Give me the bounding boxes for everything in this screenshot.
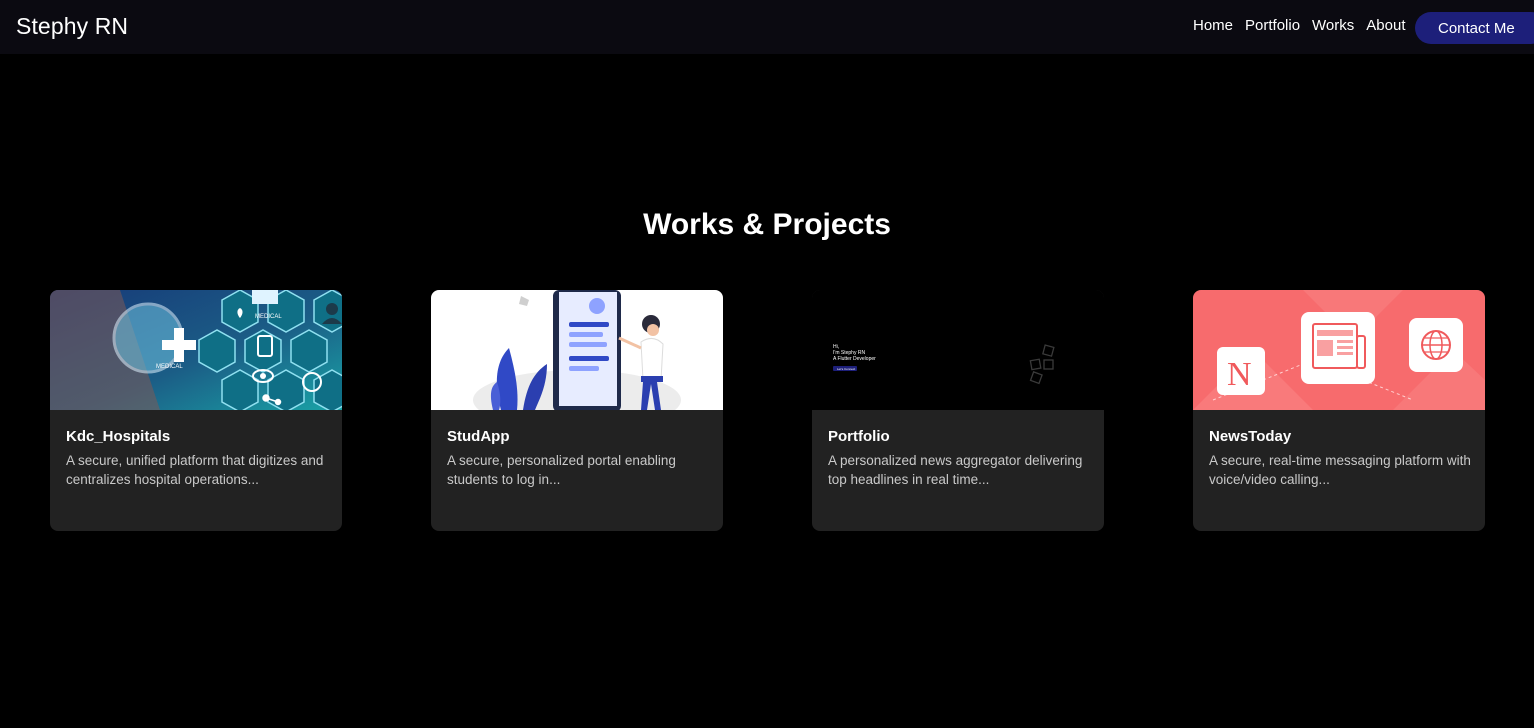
thumb-text-role: A Flutter Developer (833, 356, 876, 362)
card-title: Portfolio (828, 428, 890, 445)
card-description: A secure, unified platform that digitize… (66, 453, 324, 487)
thumb-label-medical-top: MEDICAL (255, 314, 282, 320)
hospital-thumbnail: MEDICAL MEDICAL (50, 290, 342, 410)
card-title: StudApp (447, 428, 510, 445)
card-title: Kdc_Hospitals (66, 428, 171, 445)
thumb-label-medical-bottom: MEDICAL (156, 364, 183, 370)
news-thumbnail: N (1193, 290, 1485, 410)
brand-name[interactable]: Stephy RN (16, 13, 128, 40)
student-portal-thumbnail (431, 290, 723, 410)
nav-links: Home Portfolio Works About (1193, 17, 1417, 34)
navbar: Stephy RN Home Portfolio Works About Con… (0, 0, 1534, 54)
project-card-kdc-hospitals[interactable]: MEDICAL MEDICAL Kdc_Hospitals A secure, … (50, 290, 342, 531)
thumb-letter-n: N (1227, 356, 1252, 393)
card-description: A personalized news aggregator deliverin… (828, 453, 1083, 487)
contact-me-button[interactable]: Contact Me (1415, 12, 1534, 44)
nav-link-portfolio[interactable]: Portfolio (1245, 17, 1300, 34)
nav-link-about[interactable]: About (1366, 17, 1405, 34)
nav-link-home[interactable]: Home (1193, 17, 1233, 34)
card-title: NewsToday (1209, 428, 1292, 445)
project-card-studapp[interactable]: StudApp A secure, personalized portal en… (431, 290, 723, 531)
portfolio-thumbnail: Hi, I'm Stephy RN A Flutter Developer Le… (812, 290, 1104, 410)
card-description: A secure, personalized portal enabling s… (447, 453, 676, 487)
thumb-text-cta: Let's Connect (837, 367, 855, 371)
project-card-newstoday[interactable]: N NewsToday A secure, real-time messagin… (1193, 290, 1485, 531)
section-title: Works & Projects (643, 208, 891, 241)
card-description: A secure, real-time messaging platform w… (1209, 453, 1471, 487)
project-card-portfolio[interactable]: Hi, I'm Stephy RN A Flutter Developer Le… (812, 290, 1104, 531)
nav-link-works[interactable]: Works (1312, 17, 1354, 34)
